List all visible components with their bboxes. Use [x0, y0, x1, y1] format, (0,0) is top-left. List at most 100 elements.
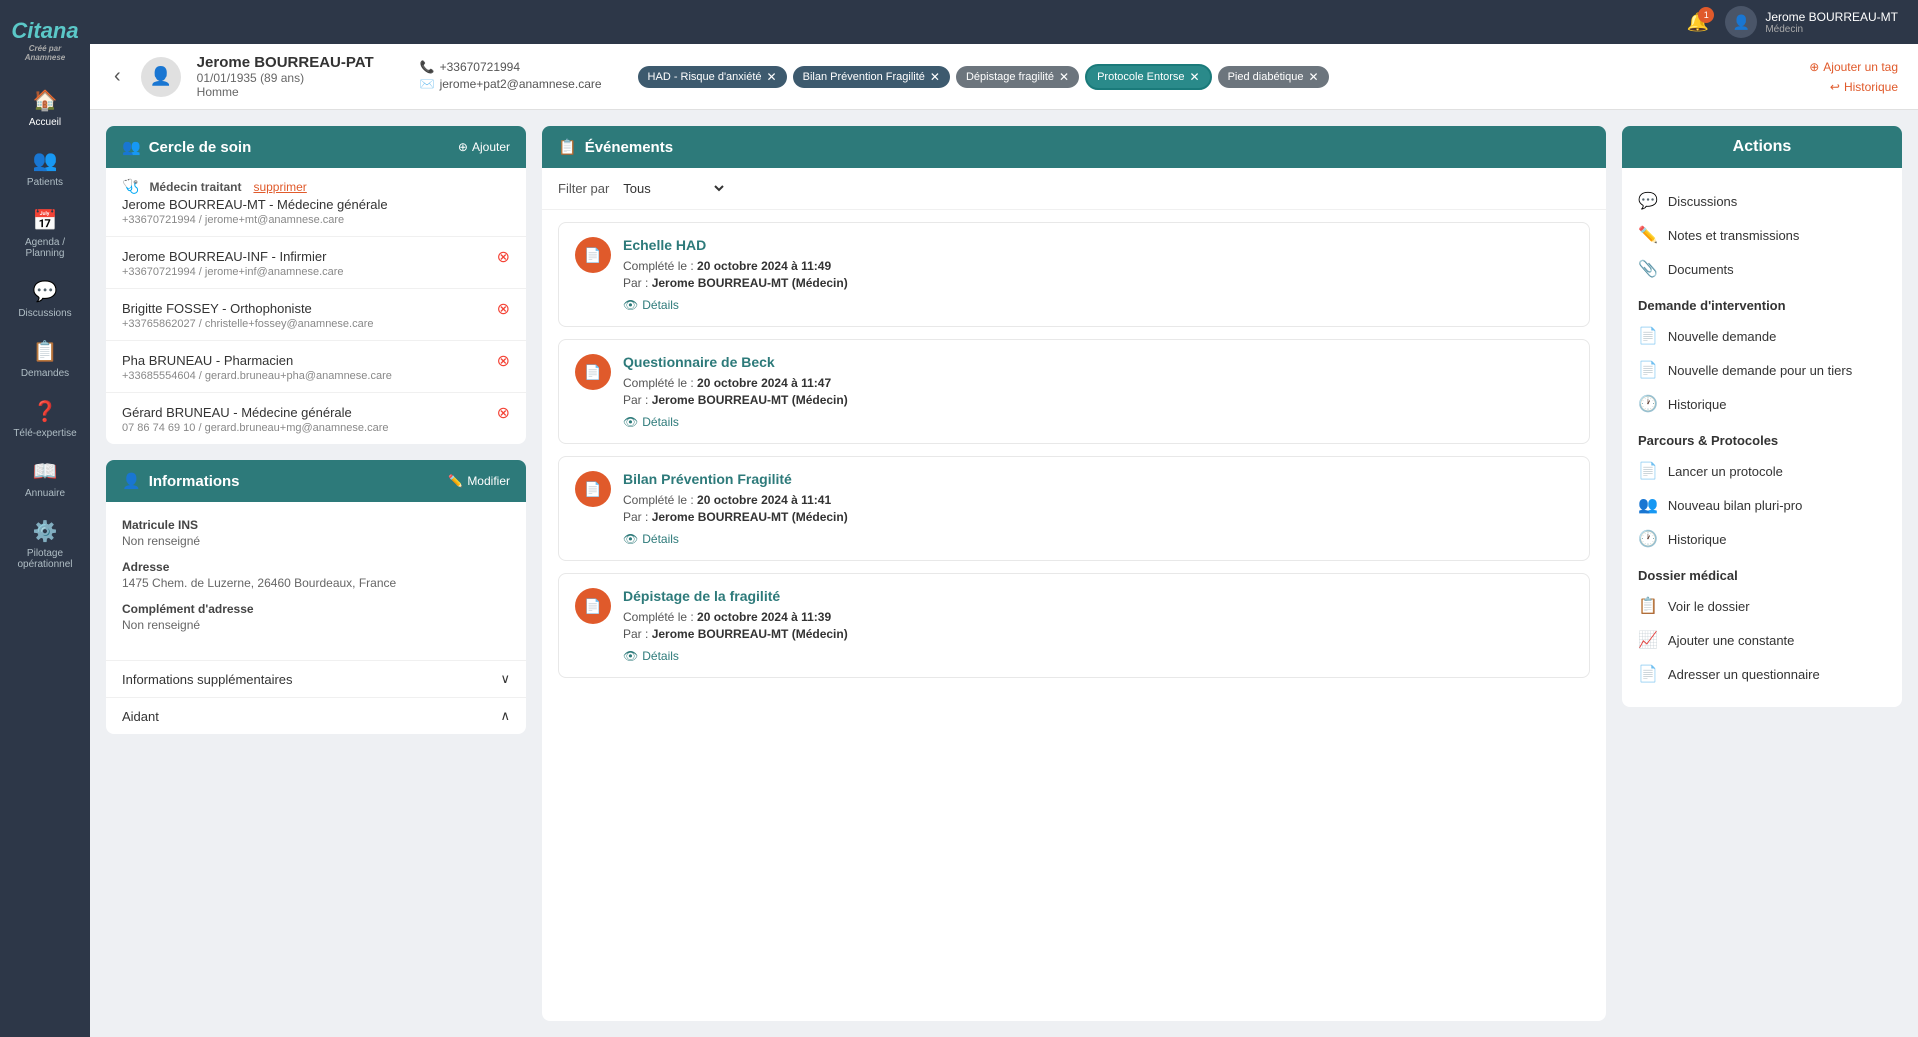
patient-dob: 01/01/1935 (89 ans) — [197, 71, 374, 85]
dossier-section-title: Dossier médical — [1638, 568, 1886, 583]
sidebar-item-tele-expertise[interactable]: ❓ Télé-expertise — [0, 389, 90, 449]
details-link-2[interactable]: 👁 Détails — [623, 415, 848, 429]
sidebar-item-annuaire[interactable]: 📖 Annuaire — [0, 449, 90, 509]
sidebar-item-patients[interactable]: 👥 Patients — [0, 138, 90, 198]
sidebar-item-accueil[interactable]: 🏠 Accueil — [0, 78, 90, 138]
address-label: Adresse — [122, 560, 510, 574]
event-icon-4: 📄 — [575, 588, 611, 624]
aidant-toggle[interactable]: Aidant ∧ — [106, 697, 526, 734]
tag-bilan[interactable]: Bilan Prévention Fragilité✕ — [793, 66, 950, 88]
historique-link[interactable]: ↩Historique — [1830, 80, 1898, 94]
tags-area: HAD - Risque d'anxiété✕ Bilan Prévention… — [638, 64, 1794, 90]
action-documents[interactable]: 📎 Documents — [1638, 252, 1886, 286]
address-value: 1475 Chem. de Luzerne, 26460 Bourdeaux, … — [122, 576, 510, 590]
details-link-1[interactable]: 👁 Détails — [623, 298, 848, 312]
action-lancer-protocole[interactable]: 📄 Lancer un protocole — [1638, 454, 1886, 488]
email-icon: ✉️ — [420, 77, 435, 91]
sidebar-label-demandes: Demandes — [21, 368, 69, 379]
sidebar-item-agenda[interactable]: 📅 Agenda / Planning — [0, 198, 90, 269]
action-historique-parcours[interactable]: 🕐 Historique — [1638, 522, 1886, 556]
action-notes[interactable]: ✏️ Notes et transmissions — [1638, 218, 1886, 252]
informations-header: 👤 Informations ✏️ Modifier — [106, 460, 526, 502]
care-member-1-role: 🩺Médecin traitantsupprimer — [122, 178, 388, 195]
event-date-2: Complété le : 20 octobre 2024 à 11:47 — [623, 376, 848, 390]
care-member-3-name: Brigitte FOSSEY - Orthophoniste — [122, 301, 374, 316]
care-member-2-contact: +33670721994 / jerome+inf@anamnese.care — [122, 266, 344, 278]
documents-action-label: Documents — [1668, 262, 1734, 277]
actions-panel: Actions 💬 Discussions ✏️ Notes et transm… — [1622, 126, 1902, 707]
notification-badge: 1 — [1698, 7, 1714, 23]
tag-protocole[interactable]: Protocole Entorse✕ — [1085, 64, 1212, 90]
ins-label: Matricule INS — [122, 518, 510, 532]
notification-bell[interactable]: 🔔 1 — [1687, 12, 1709, 33]
sidebar-item-demandes[interactable]: 📋 Demandes — [0, 329, 90, 389]
user-role: Médecin — [1765, 24, 1898, 35]
sidebar-label-tele-expertise: Télé-expertise — [13, 428, 76, 439]
events-list: 📄 Echelle HAD Complété le : 20 octobre 2… — [542, 210, 1606, 1021]
action-voir-dossier[interactable]: 📋 Voir le dossier — [1638, 589, 1886, 623]
historique-icon: ↩ — [1830, 80, 1840, 94]
sidebar-item-discussions[interactable]: 💬 Discussions — [0, 269, 90, 329]
care-circle-add-btn[interactable]: ⊕ Ajouter — [458, 140, 510, 154]
details-link-3[interactable]: 👁 Détails — [623, 532, 848, 546]
patients-icon: 👥 — [33, 148, 58, 173]
tag-depistage[interactable]: Dépistage fragilité✕ — [956, 66, 1079, 88]
sidebar-label-accueil: Accueil — [29, 117, 61, 128]
details-link-4[interactable]: 👁 Détails — [623, 649, 848, 663]
event-content-1: Echelle HAD Complété le : 20 octobre 202… — [623, 237, 848, 312]
tag-protocole-close[interactable]: ✕ — [1190, 70, 1200, 84]
main-area: 🔔 1 👤 Jerome BOURREAU-MT Médecin ‹ 👤 Jer… — [90, 0, 1918, 1037]
info-supplementaires-toggle[interactable]: Informations supplémentaires ∨ — [106, 660, 526, 697]
action-nouvelle-demande[interactable]: 📄 Nouvelle demande — [1638, 319, 1886, 353]
tag-bilan-close[interactable]: ✕ — [930, 70, 940, 84]
patient-info: Jerome BOURREAU-PAT 01/01/1935 (89 ans) … — [197, 54, 374, 99]
nouvelle-demande-tiers-label: Nouvelle demande pour un tiers — [1668, 363, 1852, 378]
add-tag-link[interactable]: ⊕Ajouter un tag — [1809, 60, 1898, 74]
user-info: 👤 Jerome BOURREAU-MT Médecin — [1725, 6, 1898, 38]
nouvelle-demande-icon: 📄 — [1638, 326, 1658, 346]
pilotage-icon: ⚙️ — [33, 519, 58, 544]
tag-had-close[interactable]: ✕ — [767, 70, 777, 84]
agenda-icon: 📅 — [33, 208, 58, 233]
action-discussions[interactable]: 💬 Discussions — [1638, 184, 1886, 218]
care-member-5-name: Gérard BRUNEAU - Médecine générale — [122, 405, 389, 420]
event-by-value-3: Jerome BOURREAU-MT (Médecin) — [652, 510, 848, 524]
tag-had[interactable]: HAD - Risque d'anxiété✕ — [638, 66, 787, 88]
historique-demande-label: Historique — [1668, 397, 1727, 412]
care-member-5-contact: 07 86 74 69 10 / gerard.bruneau+mg@anamn… — [122, 422, 389, 434]
tag-pied[interactable]: Pied diabétique✕ — [1218, 66, 1329, 88]
event-title-2: Questionnaire de Beck — [623, 354, 848, 370]
modify-btn[interactable]: ✏️ Modifier — [448, 474, 510, 488]
action-adresser-questionnaire[interactable]: 📄 Adresser un questionnaire — [1638, 657, 1886, 691]
tag-depistage-close[interactable]: ✕ — [1059, 70, 1069, 84]
remove-member-3[interactable]: ⊗ — [497, 299, 510, 319]
event-date-3: Complété le : 20 octobre 2024 à 11:41 — [623, 493, 848, 507]
user-name: Jerome BOURREAU-MT — [1765, 10, 1898, 24]
ajouter-constante-icon: 📈 — [1638, 630, 1658, 650]
care-member-3: Brigitte FOSSEY - Orthophoniste +3376586… — [106, 289, 526, 341]
tag-pied-close[interactable]: ✕ — [1308, 70, 1318, 84]
filter-label: Filter par — [558, 181, 609, 196]
event-content-4: Dépistage de la fragilité Complété le : … — [623, 588, 848, 663]
action-nouvelle-demande-tiers[interactable]: 📄 Nouvelle demande pour un tiers — [1638, 353, 1886, 387]
action-ajouter-constante[interactable]: 📈 Ajouter une constante — [1638, 623, 1886, 657]
patient-name: Jerome BOURREAU-PAT — [197, 54, 374, 71]
care-circle-header: 👥 Cercle de soin ⊕ Ajouter — [106, 126, 526, 168]
action-historique-demande[interactable]: 🕐 Historique — [1638, 387, 1886, 421]
remove-member-5[interactable]: ⊗ — [497, 403, 510, 423]
patient-avatar: 👤 — [141, 57, 181, 97]
event-date-value-1: 20 octobre 2024 à 11:49 — [697, 259, 831, 273]
events-title: Événements — [585, 139, 673, 156]
tele-expertise-icon: ❓ — [33, 399, 58, 424]
back-button[interactable]: ‹ — [110, 61, 125, 92]
remove-member-4[interactable]: ⊗ — [497, 351, 510, 371]
sidebar-item-pilotage[interactable]: ⚙️ Pilotage opérationnel — [0, 509, 90, 580]
care-member-5: Gérard BRUNEAU - Médecine générale 07 86… — [106, 393, 526, 444]
adresser-questionnaire-label: Adresser un questionnaire — [1668, 667, 1820, 682]
complement-field: Complément d'adresse Non renseigné — [122, 602, 510, 632]
event-by-1: Par : Jerome BOURREAU-MT (Médecin) — [623, 276, 848, 290]
remove-member-2[interactable]: ⊗ — [497, 247, 510, 267]
action-bilan-pluri[interactable]: 👥 Nouveau bilan pluri-pro — [1638, 488, 1886, 522]
care-member-2-name: Jerome BOURREAU-INF - Infirmier — [122, 249, 344, 264]
filter-select[interactable]: TousQuestionnairesDocuments — [619, 180, 727, 197]
